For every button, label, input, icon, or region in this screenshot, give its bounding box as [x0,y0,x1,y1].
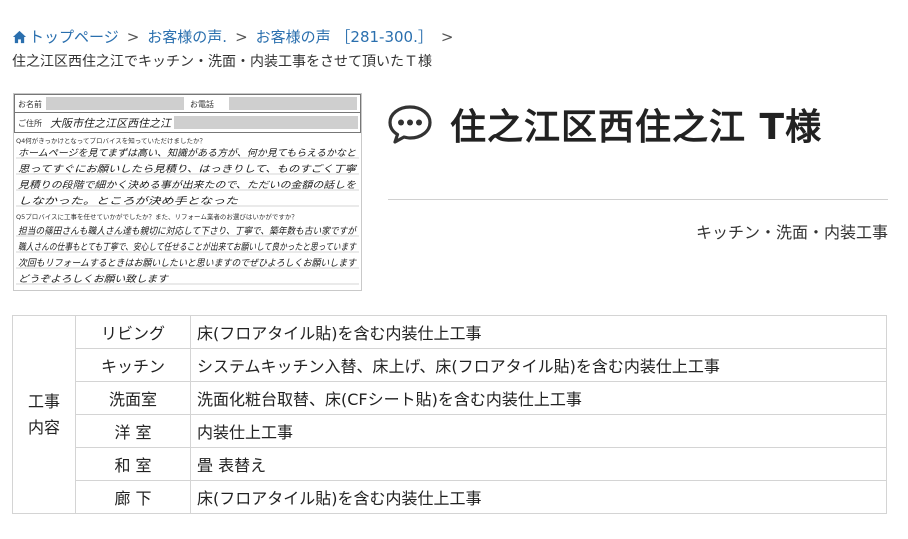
answer-5-line: どうぞよろしくお願い致します [18,274,170,285]
breadcrumb-top-link[interactable]: トップページ [29,26,119,47]
speech-bubble-icon [388,105,432,144]
work-detail: システムキッチン入替、床上げ、床(フロアタイル貼)を含む内装仕上工事 [190,348,887,382]
room-name: 洋 室 [75,414,191,448]
title-divider [388,199,888,200]
breadcrumb-separator: > [126,27,140,46]
voice-heading: 住之江区西住之江 T様 [388,98,888,150]
work-contents-label: 工事 内容 [12,315,76,514]
answer-4-line: しなかった。ところが決め手となった [18,195,239,207]
table-row: 工事 内容 リビング 床(フロアタイル貼)を含む内装仕上工事 [12,315,887,514]
customer-questionnaire-image: お名前 お電話 ご住所 大阪市住之江区西住之江 Q4何がきっかけとなってプロバイ… [13,93,362,291]
work-contents-table: 工事 内容 リビング 床(フロアタイル貼)を含む内装仕上工事 キッチン システム… [12,315,887,514]
room-name: 和 室 [75,447,191,481]
breadcrumb-separator: > [440,27,454,46]
answer-5-line: 職人さんの仕事もとても丁寧で、安心して任せることが出来てお願いして良かったと思っ… [18,241,357,253]
page-title: 住之江区西住之江 T様 [450,107,823,148]
room-name: 洗面室 [75,381,191,415]
table-row: キッチン システムキッチン入替、床上げ、床(フロアタイル貼)を含む内装仕上工事 [13,348,887,382]
work-contents-label-line: 内容 [27,417,60,437]
room-name: キッチン [75,348,191,382]
answer-4-line: 思ってすぐにお願いしたら見積り、はっきりして、ものすごく丁寧 [18,163,358,175]
work-detail: 床(フロアタイル貼)を含む内装仕上工事 [190,315,887,349]
room-name: リビング [75,315,191,349]
answer-4-line: ホームページを見てまずは高い、知識がある方が、何か見てもらえるかなと [18,147,357,159]
table-row: 洗面室 洗面化粧台取替、床(CFシート貼)を含む内装仕上工事 [13,381,887,415]
answer-4-line: 見積りの段階で細かく決める事が出来たので、ただいの金額の話しを [18,179,357,191]
name-label: お名前 [18,99,42,109]
question-4: Q4何がきっかけとなってプロバイスを知っていただけましたか？ [16,136,206,145]
work-contents-label-line: 工事 [27,391,60,411]
breadcrumb-voices-range-link[interactable]: お客様の声 ［281-300.］ [256,26,433,47]
breadcrumb: トップページ > お客様の声. > お客様の声 ［281-300.］ > [12,26,461,47]
table-row: 廊 下 床(フロアタイル貼)を含む内装仕上工事 [13,480,887,514]
answer-5-line: 担当の篠田さんも職人さん達も親切に対応して下さり、丁寧で、築年数も古い家ですが [18,225,357,237]
phone-label: お電話 [190,99,214,109]
work-detail: 内装仕上工事 [190,414,887,448]
address-label: ご住所 [18,118,42,128]
work-detail: 床(フロアタイル貼)を含む内装仕上工事 [190,480,887,514]
breadcrumb-voices-link[interactable]: お客様の声. [147,26,227,47]
table-row: 洋 室 内装仕上工事 [13,414,887,448]
question-5: Q5プロバイスに工事を任せていかがでしたか？また、リフォーム業者のお選びはいかが… [16,212,298,221]
breadcrumb-current-page: 住之江区西住之江でキッチン・洗面・内装工事をさせて頂いたＴ様 [12,54,432,70]
home-icon [12,30,27,43]
work-detail: 畳 表替え [190,447,887,481]
work-detail: 洗面化粧台取替、床(CFシート貼)を含む内装仕上工事 [190,381,887,415]
room-name: 廊 下 [75,480,191,514]
table-row: 和 室 畳 表替え [13,447,887,481]
work-category: キッチン・洗面・内装工事 [695,223,888,242]
address-handwriting: 大阪市住之江区西住之江 [50,117,172,130]
answer-5-line: 次回もリフォームするときはお願いしたいと思いますのでぜひよろしくお願いします [18,258,357,269]
breadcrumb-separator: > [235,27,248,46]
